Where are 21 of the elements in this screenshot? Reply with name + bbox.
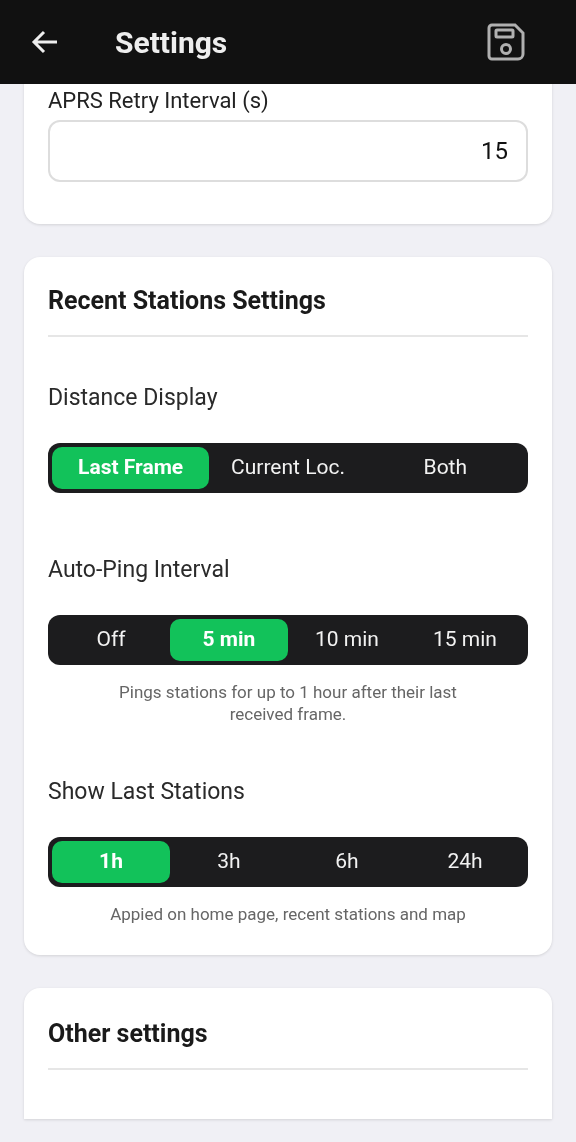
setting-label: Distance Display bbox=[48, 383, 219, 413]
segment-option[interactable]: Both bbox=[366, 447, 524, 489]
segment-option[interactable]: Off bbox=[52, 619, 170, 661]
segment-option[interactable]: 6h bbox=[288, 841, 406, 883]
field-label: APRS Retry Interval (s) bbox=[48, 88, 269, 114]
segment-option[interactable]: 10 min bbox=[288, 619, 406, 661]
segment-option[interactable]: 24h bbox=[406, 841, 524, 883]
segment-option[interactable]: Current Loc. bbox=[209, 447, 367, 489]
helper-text: Appied on home page, recent stations and map bbox=[109, 903, 467, 925]
segment-option[interactable]: 3h bbox=[170, 841, 288, 883]
save-icon bbox=[487, 23, 525, 61]
section-title: Recent Stations Settings bbox=[48, 285, 327, 317]
segment-option[interactable]: 15 min bbox=[406, 619, 524, 661]
setting-label: Show Last Stations bbox=[48, 777, 246, 807]
setting-label: Auto-Ping Interval bbox=[48, 555, 231, 585]
back-arrow-icon bbox=[31, 29, 59, 55]
helper-text: Pings stations for up to 1 hour after their last received frame. bbox=[118, 681, 458, 725]
screen-title: Settings bbox=[115, 23, 228, 62]
number-field[interactable]: 15 bbox=[48, 120, 528, 182]
save-button[interactable] bbox=[486, 22, 526, 62]
section-title: Other settings bbox=[48, 1018, 209, 1050]
